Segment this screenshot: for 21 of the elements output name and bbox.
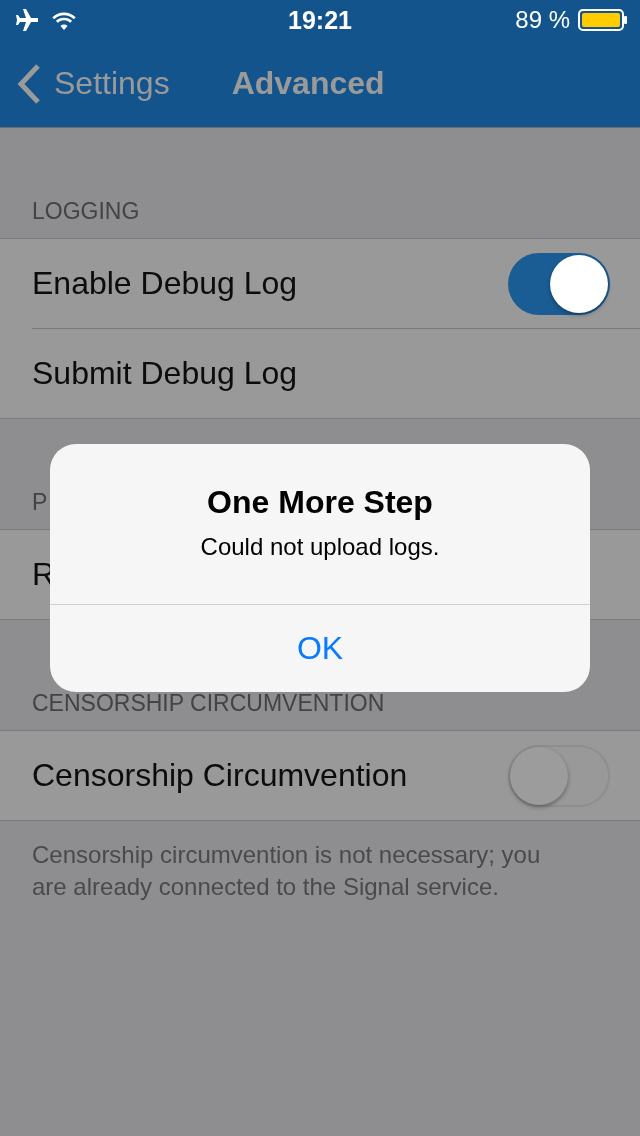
clock-time: 19:21 — [288, 5, 352, 35]
alert-message: Could not upload logs. — [199, 533, 441, 561]
row-label: Censorship Circumvention — [32, 757, 409, 794]
battery-percent: 89 % — [515, 6, 570, 34]
settings-row[interactable]: Censorship Circumvention — [32, 731, 640, 820]
ok-button[interactable]: OK — [50, 605, 590, 692]
row-label: Enable Debug Log — [32, 265, 299, 302]
settings-row[interactable]: Submit Debug Log — [32, 329, 640, 418]
wifi-icon — [52, 10, 76, 30]
settings-row[interactable]: Enable Debug Log — [32, 239, 640, 329]
battery-icon — [578, 9, 628, 31]
section-footer: Censorship circumvention is not necessary; you are already connected to the Signal service. — [32, 839, 580, 903]
row-label: Submit Debug Log — [32, 355, 299, 392]
chevron-left-icon — [16, 63, 42, 104]
toggle-switch[interactable] — [508, 744, 610, 807]
alert-title: One More Step — [206, 484, 434, 521]
section-header: LOGGING — [32, 198, 140, 226]
toggle-switch[interactable] — [508, 252, 610, 315]
section-header: CENSORSHIP CIRCUMVENTION — [32, 690, 385, 718]
section-header: P — [32, 489, 48, 517]
screen-title: Advanced — [231, 65, 385, 102]
